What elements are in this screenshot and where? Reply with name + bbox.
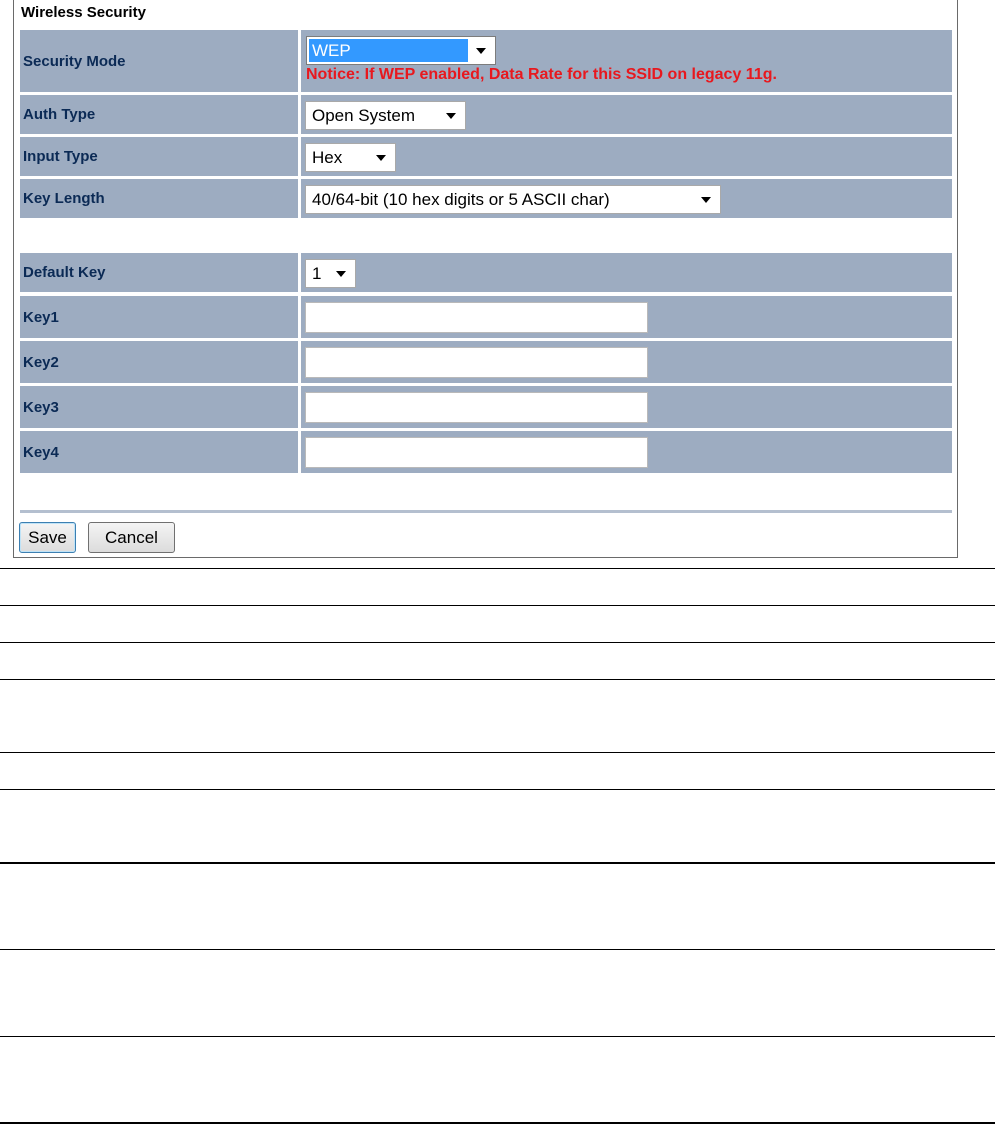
chevron-down-icon (476, 47, 486, 54)
key1-input[interactable] (305, 302, 648, 333)
row-key3: Key3 (20, 386, 952, 428)
input-type-select[interactable]: Hex (305, 143, 396, 172)
input-type-cell: Hex (301, 137, 952, 176)
table-rule (0, 789, 995, 790)
key-length-value: 40/64-bit (10 hex digits or 5 ASCII char… (312, 189, 610, 209)
chevron-down-icon (701, 196, 711, 203)
table-rule (0, 949, 995, 950)
cancel-button[interactable]: Cancel (88, 522, 175, 553)
row-key1: Key1 (20, 296, 952, 338)
key1-label: Key1 (20, 296, 298, 338)
auth-type-select[interactable]: Open System (305, 101, 466, 130)
panel-title: Wireless Security (21, 4, 146, 21)
table-rule (0, 1036, 995, 1037)
row-key-length: Key Length 40/64-bit (10 hex digits or 5… (20, 179, 952, 218)
row-key4: Key4 (20, 431, 952, 473)
key4-label: Key4 (20, 431, 298, 473)
security-mode-value: WEP (309, 39, 468, 62)
save-button[interactable]: Save (19, 522, 76, 553)
security-mode-label: Security Mode (20, 30, 298, 92)
row-default-key: Default Key 1 (20, 253, 952, 292)
key3-cell (301, 386, 952, 428)
key2-input[interactable] (305, 347, 648, 378)
row-auth-type: Auth Type Open System (20, 95, 952, 134)
chevron-down-icon (336, 270, 346, 277)
row-input-type: Input Type Hex (20, 137, 952, 176)
default-key-select[interactable]: 1 (305, 259, 356, 288)
key-length-label: Key Length (20, 179, 298, 218)
row-key2: Key2 (20, 341, 952, 383)
wireless-security-panel: Wireless Security Security Mode WEP Noti… (13, 0, 958, 558)
auth-type-value: Open System (312, 105, 415, 125)
security-mode-cell: WEP Notice: If WEP enabled, Data Rate fo… (301, 30, 952, 92)
default-key-cell: 1 (301, 253, 952, 292)
input-type-label: Input Type (20, 137, 298, 176)
chevron-down-icon (446, 112, 456, 119)
key4-cell (301, 431, 952, 473)
default-key-value: 1 (312, 263, 322, 283)
key3-input[interactable] (305, 392, 648, 423)
table-rule (0, 862, 995, 864)
key-length-cell: 40/64-bit (10 hex digits or 5 ASCII char… (301, 179, 952, 218)
table-rule (0, 605, 995, 606)
auth-type-label: Auth Type (20, 95, 298, 134)
key2-label: Key2 (20, 341, 298, 383)
key2-cell (301, 341, 952, 383)
security-mode-select[interactable]: WEP (306, 36, 496, 65)
table-rule (0, 568, 995, 569)
table-rule (0, 752, 995, 753)
wep-notice: Notice: If WEP enabled, Data Rate for th… (306, 66, 777, 83)
key4-input[interactable] (305, 437, 648, 468)
key1-cell (301, 296, 952, 338)
row-security-mode: Security Mode WEP Notice: If WEP enabled… (20, 30, 952, 92)
key3-label: Key3 (20, 386, 298, 428)
table-rule (0, 642, 995, 643)
default-key-label: Default Key (20, 253, 298, 292)
chevron-down-icon (376, 154, 386, 161)
section-divider (20, 510, 952, 513)
auth-type-cell: Open System (301, 95, 952, 134)
table-rule (0, 679, 995, 680)
key-length-select[interactable]: 40/64-bit (10 hex digits or 5 ASCII char… (305, 185, 721, 214)
input-type-value: Hex (312, 147, 343, 167)
